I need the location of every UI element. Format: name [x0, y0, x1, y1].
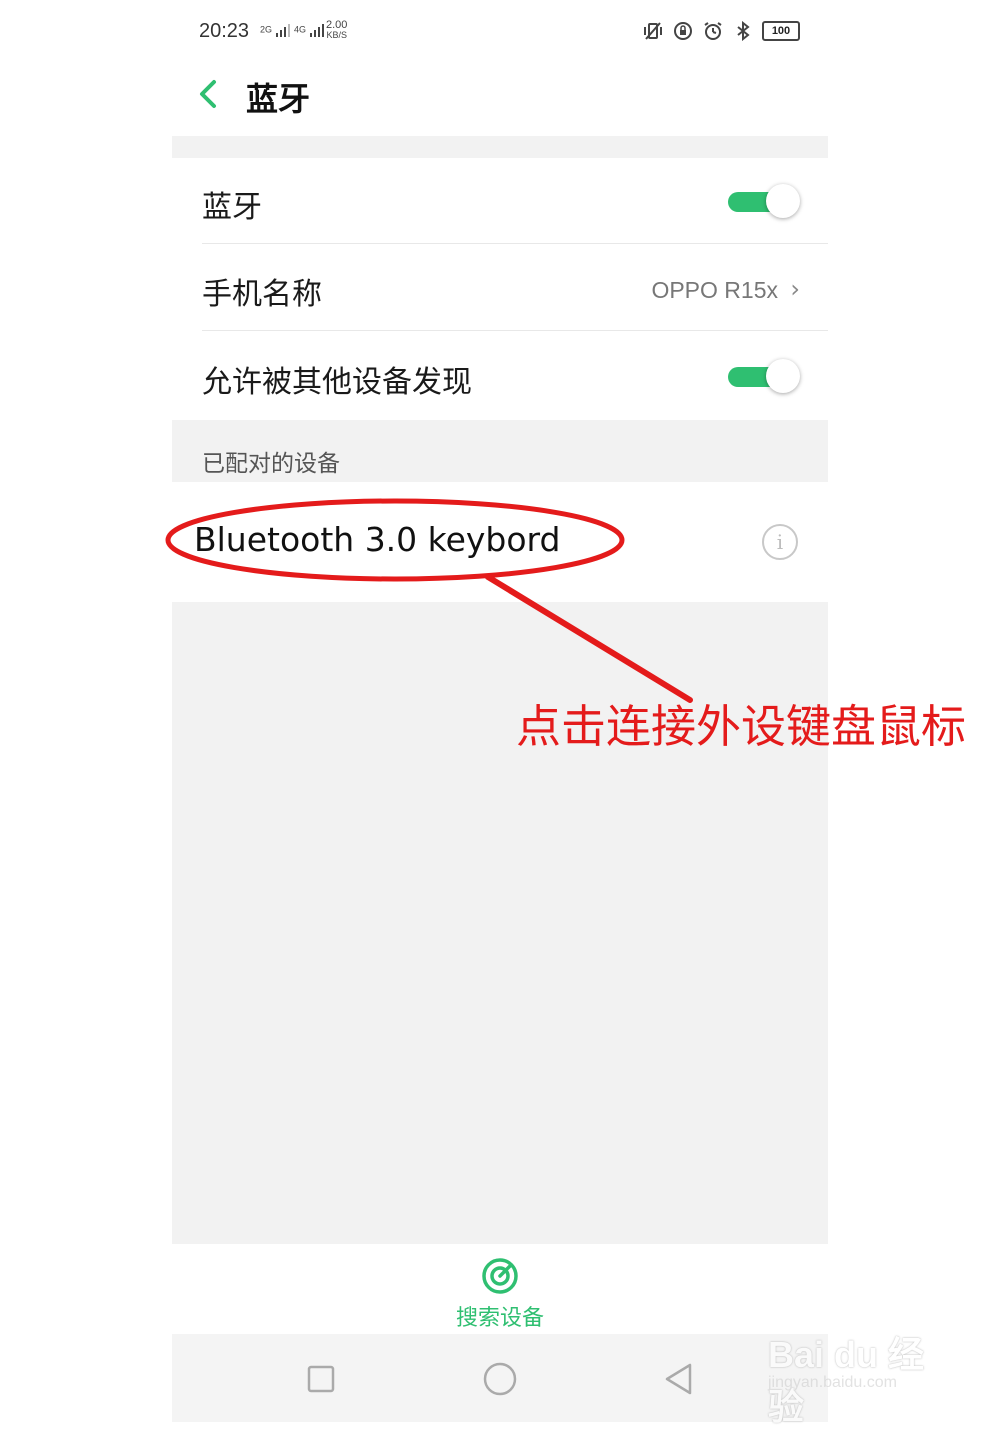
switch-knob: [766, 359, 800, 393]
watermark-url: jingyan.baidu.com: [768, 1374, 897, 1391]
paired-section-title: 已配对的设备: [202, 451, 340, 477]
discoverable-switch[interactable]: [726, 359, 800, 395]
rotation-lock-icon: [672, 20, 694, 42]
bluetooth-label: 蓝牙: [202, 190, 262, 225]
sim1-label: 2G: [260, 24, 273, 35]
vibrate-icon: [642, 20, 664, 42]
square-icon: [307, 1365, 335, 1393]
speed-unit: KB/S: [326, 30, 347, 40]
chevron-right-icon: ›: [790, 275, 800, 303]
navigation-bar: [172, 1334, 828, 1422]
paired-device-item[interactable]: Bluetooth 3.0 keybord i: [172, 482, 828, 602]
battery-icon: 100: [762, 21, 800, 41]
switch-knob: [766, 184, 800, 218]
page-title: 蓝牙: [246, 80, 311, 118]
circle-icon: [483, 1362, 517, 1396]
discoverable-label: 允许被其他设备发现: [202, 365, 472, 400]
back-nav-button[interactable]: [658, 1358, 700, 1400]
sim1-signal-icon: 2G: [260, 22, 291, 38]
chevron-left-icon: [200, 80, 216, 108]
sim2-signal-icon: 4G: [294, 22, 325, 38]
sim2-label: 4G: [294, 24, 307, 35]
network-speed: 2.00 KB/S: [326, 20, 347, 41]
bluetooth-switch[interactable]: [726, 184, 800, 220]
bluetooth-toggle-row[interactable]: 蓝牙: [172, 158, 828, 244]
status-bar: 20:23 2G 4G 2.00 KB/S 100: [172, 0, 828, 66]
search-devices-label: 搜索设备: [455, 1306, 544, 1331]
status-icons: 100: [642, 20, 800, 42]
divider: [202, 330, 828, 331]
annotation-text: 点击连接外设键盘鼠标: [516, 700, 967, 753]
status-time: 20:23: [199, 20, 250, 42]
top-bar: 蓝牙: [172, 66, 828, 136]
device-name-row[interactable]: 手机名称 OPPO R15x ›: [172, 245, 828, 331]
discoverable-row[interactable]: 允许被其他设备发现: [172, 333, 828, 419]
search-devices-button[interactable]: 搜索设备: [172, 1244, 828, 1334]
section-gap: [172, 136, 828, 158]
baidu-watermark: Bai du 经验 jingyan.baidu.com: [768, 1312, 958, 1427]
device-name-label: 手机名称: [202, 277, 322, 312]
bluetooth-icon: [732, 20, 754, 42]
paired-section-header: 已配对的设备: [172, 420, 828, 482]
alarm-icon: [702, 20, 724, 42]
recent-apps-button[interactable]: [300, 1358, 342, 1400]
paired-device-name: Bluetooth 3.0 keybord: [194, 520, 561, 559]
device-name-value: OPPO R15x: [651, 277, 778, 303]
radar-icon: [482, 1258, 518, 1294]
back-button[interactable]: [194, 74, 224, 114]
divider: [202, 243, 828, 244]
info-icon[interactable]: i: [762, 524, 798, 560]
triangle-back-icon: [665, 1363, 692, 1395]
home-button[interactable]: [479, 1358, 521, 1400]
